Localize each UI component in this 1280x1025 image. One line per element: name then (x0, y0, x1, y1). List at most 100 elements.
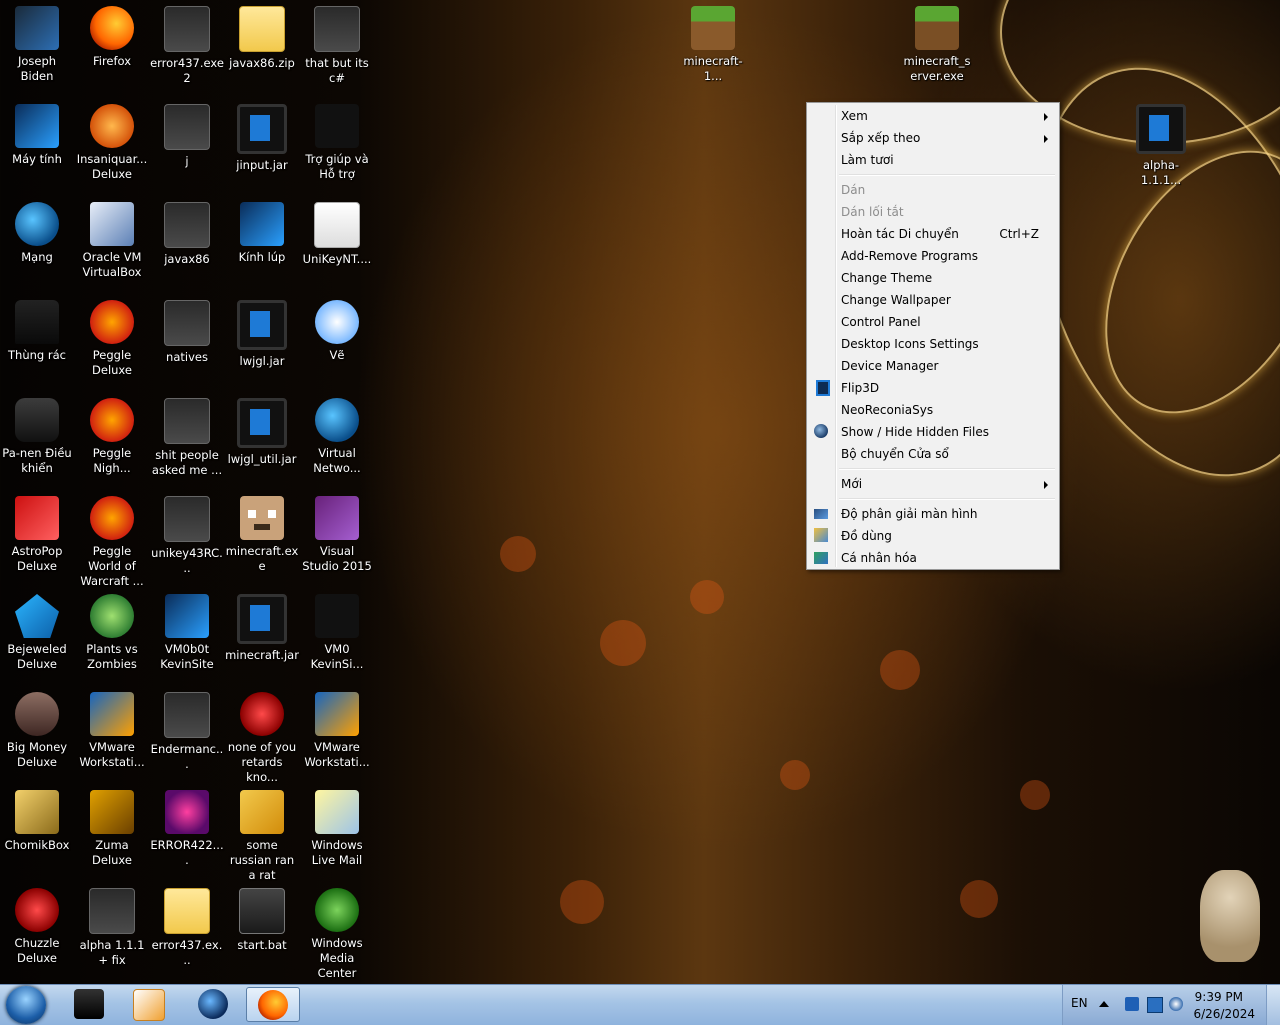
desktop-icon[interactable]: Trợ giúp và Hỗ trợ (300, 98, 374, 182)
desktop-icon[interactable]: Kính lúp (225, 196, 299, 265)
desktop-icon-label: start.bat (237, 938, 287, 952)
network-tray-icon[interactable] (1147, 997, 1163, 1013)
desktop-icon[interactable]: Endermanc... (150, 686, 224, 772)
desktop-icon[interactable]: Zuma Deluxe (75, 784, 149, 868)
desktop-icon[interactable]: Chuzzle Deluxe (0, 882, 74, 966)
menu-item-screen-resolution[interactable]: Độ phân giải màn hình (809, 503, 1057, 525)
menu-item-desktop-icons-settings[interactable]: Desktop Icons Settings (809, 333, 1057, 355)
desktop-icon[interactable]: Visual Studio 2015 (300, 490, 374, 574)
taskbar-button-network[interactable] (186, 987, 240, 1022)
menu-item-change-theme[interactable]: Change Theme (809, 267, 1057, 289)
desktop-icon[interactable]: VMware Workstati... (75, 686, 149, 770)
menu-item-label: Show / Hide Hidden Files (841, 425, 989, 439)
menu-item-add-remove-programs[interactable]: Add-Remove Programs (809, 245, 1057, 267)
desktop-icon[interactable]: VM0b0t KevinSite (150, 588, 224, 672)
taskbar-button-cmd[interactable] (62, 987, 116, 1022)
menu-item-show-hide-hidden-files[interactable]: Show / Hide Hidden Files (809, 421, 1057, 443)
desktop-icon[interactable]: Bejeweled Deluxe (0, 588, 74, 672)
menu-item-control-panel[interactable]: Control Panel (809, 311, 1057, 333)
volume-icon[interactable] (1169, 997, 1183, 1011)
desktop-icon[interactable]: Joseph Biden (0, 0, 74, 84)
desktop-icon[interactable]: unikey43RC... (150, 490, 224, 576)
language-indicator[interactable]: EN (1071, 996, 1088, 1010)
desktop-icon[interactable]: none of you retards kno... (225, 686, 299, 785)
desktop-icon[interactable]: Oracle VM VirtualBox (75, 196, 149, 280)
menu-item-view[interactable]: Xem (809, 105, 1057, 127)
desktop-icon-label: alpha 1.1.1 + fix (79, 938, 145, 967)
desktop-icon[interactable]: minecraft_server.exe (900, 0, 974, 84)
file-icon (164, 104, 210, 150)
show-hidden-icons-icon[interactable] (1099, 1001, 1109, 1007)
peggle-icon (90, 300, 134, 344)
start-button[interactable] (6, 986, 46, 1024)
app-tray-icon[interactable] (1125, 997, 1139, 1011)
desktop-icon[interactable]: AstroPop Deluxe (0, 490, 74, 574)
desktop-icon[interactable]: Peggle World of Warcraft ... (75, 490, 149, 589)
desktop-icon[interactable]: javax86 (150, 196, 224, 267)
desktop-icon[interactable]: Plants vs Zombies (75, 588, 149, 672)
desktop-icon[interactable]: Virtual Netwo... (300, 392, 374, 476)
desktop-icon[interactable]: Thùng rác (0, 294, 74, 363)
clock-date[interactable]: 6/26/2024 (1193, 1007, 1255, 1021)
menu-item-change-wallpaper[interactable]: Change Wallpaper (809, 289, 1057, 311)
desktop-icon[interactable]: that but its c# (300, 0, 374, 86)
taskbar-button-media-player[interactable] (122, 987, 176, 1022)
desktop-icon[interactable]: alpha-1.1.1... (1124, 98, 1198, 188)
desktop-icon[interactable]: Windows Live Mail (300, 784, 374, 868)
desktop-icon[interactable]: ChomikBox (0, 784, 74, 853)
desktop-icon[interactable]: Peggle Nigh... (75, 392, 149, 476)
desktop-icon[interactable]: minecraft.jar (225, 588, 299, 663)
unikey-icon (314, 202, 360, 248)
desktop-icon[interactable]: Vẽ (300, 294, 374, 363)
show-desktop-button[interactable] (1266, 985, 1280, 1025)
desktop-icon[interactable]: VMware Workstati... (300, 686, 374, 770)
clock-time[interactable]: 9:39 PM (1195, 990, 1243, 1004)
desktop-icon-label: alpha-1.1.1... (1140, 158, 1182, 187)
desktop-icon[interactable]: alpha 1.1.1 + fix (75, 882, 149, 968)
desktop-icon[interactable]: Mạng (0, 196, 74, 265)
desktop-icon[interactable]: shit people asked me ... (150, 392, 224, 478)
menu-item-sort-by[interactable]: Sắp xếp theo (809, 127, 1057, 149)
desktop-icon[interactable]: some russian ran a rat (225, 784, 299, 883)
menu-item-device-manager[interactable]: Device Manager (809, 355, 1057, 377)
menu-item-new[interactable]: Mới (809, 473, 1057, 495)
desktop-icon[interactable]: error437.ex... (150, 882, 224, 968)
money-icon (15, 692, 59, 736)
desktop-icon[interactable]: natives (150, 294, 224, 365)
menu-item-gadgets[interactable]: Đồ dùng (809, 525, 1057, 547)
desktop-icon[interactable]: Pa-nen Điều khiển (0, 392, 74, 476)
menu-item-flip3d[interactable]: Flip3D (809, 377, 1057, 399)
file-icon (164, 496, 210, 542)
desktop-icon[interactable]: VM0 KevinSi... (300, 588, 374, 672)
desktop-icon[interactable]: start.bat (225, 882, 299, 953)
file-icon (164, 398, 210, 444)
menu-item-neoreconiasys[interactable]: NeoReconiaSys (809, 399, 1057, 421)
desktop-icon[interactable]: Máy tính (0, 98, 74, 167)
desktop-icon-label: Peggle Deluxe (92, 348, 132, 377)
desktop-icon-label: that but its c# (305, 56, 369, 85)
desktop-icon[interactable]: minecraft.exe (225, 490, 299, 574)
desktop-icon[interactable]: Big Money Deluxe (0, 686, 74, 770)
desktop-icon[interactable]: Firefox (75, 0, 149, 69)
desktop-icon[interactable]: lwjgl_util.jar (225, 392, 299, 467)
menu-item-refresh[interactable]: Làm tươi (809, 149, 1057, 171)
desktop-icon[interactable]: j (150, 98, 224, 169)
desktop-icon[interactable]: jinput.jar (225, 98, 299, 173)
desktop-icon[interactable]: UniKeyNT.... (300, 196, 374, 267)
menu-item-window-switcher[interactable]: Bộ chuyển Cửa sổ (809, 443, 1057, 465)
desktop-icon[interactable]: Peggle Deluxe (75, 294, 149, 378)
desktop-icon[interactable]: error437.exe2 (150, 0, 224, 86)
menu-item-personalize[interactable]: Cá nhân hóa (809, 547, 1057, 569)
desktop-icon[interactable]: Windows Media Center (300, 882, 374, 981)
menu-item-label: Hoàn tác Di chuyển (841, 227, 959, 241)
zip-icon (164, 888, 210, 934)
file-icon (164, 692, 210, 738)
desktop-icon[interactable]: Insaniquar... Deluxe (75, 98, 149, 182)
desktop-icon[interactable]: ERROR422.... (150, 784, 224, 868)
taskbar-button-firefox[interactable] (246, 987, 300, 1022)
wallpaper-bokeh (880, 650, 920, 690)
desktop-icon[interactable]: minecraft-1... (676, 0, 750, 84)
desktop-icon[interactable]: javax86.zip (225, 0, 299, 71)
desktop-icon[interactable]: lwjgl.jar (225, 294, 299, 369)
menu-item-undo-move[interactable]: Hoàn tác Di chuyển Ctrl+Z (809, 223, 1057, 245)
